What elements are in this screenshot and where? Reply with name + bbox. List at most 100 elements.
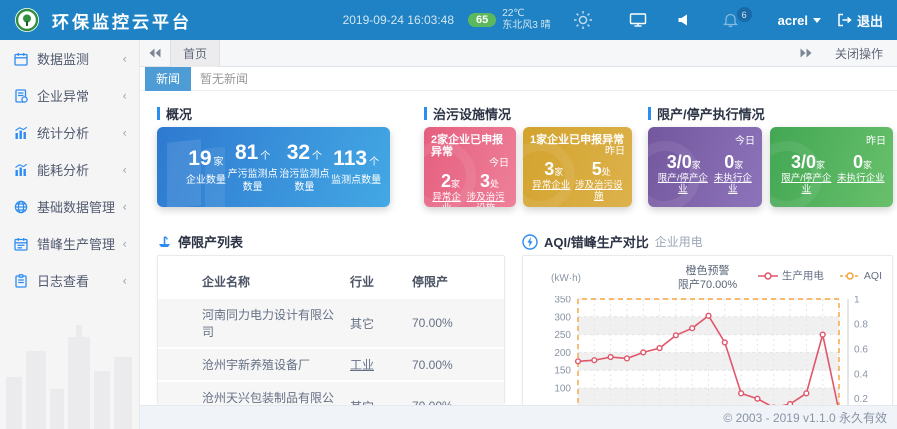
stop-production-icon xyxy=(157,234,172,249)
overview-card: 19家 企业数量 81个 产污监测点 数量 32个 治污监测点 数量 113个 … xyxy=(157,127,390,207)
sidebar-item-energy-analysis[interactable]: 能耗分析 ‹ xyxy=(0,151,139,188)
title-bar-icon xyxy=(648,107,651,120)
page-title: 环保监控云平台 xyxy=(52,8,192,33)
notification-count-badge: 6 xyxy=(737,7,752,22)
sun-weather-icon xyxy=(573,10,593,30)
sidebar-item-enterprise-abnormal[interactable]: 企业异常 ‹ xyxy=(0,77,139,114)
legend-item-aqi[interactable]: AQI xyxy=(840,270,882,282)
sidebar-item-label: 错峰生产管理 xyxy=(37,234,115,253)
tab-home[interactable]: 首页 xyxy=(170,40,220,67)
stat-enterprise-count: 19家 企业数量 xyxy=(186,146,226,188)
sidebar-item-log-view[interactable]: 日志查看 ‹ xyxy=(0,262,139,299)
sidebar-item-label: 统计分析 xyxy=(37,123,89,142)
datetime: 2019-09-24 16:03:48 xyxy=(343,13,454,27)
aqi-chart-panel: (kW·h) 橙色预警 限产70.00% 生产用电 xyxy=(522,255,893,429)
stat-facility-count: 3处 xyxy=(480,171,499,192)
double-chevron-right-icon xyxy=(800,48,812,58)
chevron-left-icon: ‹ xyxy=(122,163,127,177)
cell-enterprise: 沧州宇新养殖设备厂 xyxy=(158,348,346,381)
speaker-icon[interactable] xyxy=(677,13,691,27)
news-bar: 新闻 暂无新闻 xyxy=(140,67,897,91)
sidebar: 数据监测 ‹ 企业异常 ‹ 统计分析 ‹ 能耗分析 ‹ xyxy=(0,40,140,429)
unexecuted-enterprise-link[interactable]: 未执行企业 xyxy=(711,174,755,196)
abnormal-enterprise-link[interactable]: 异常企业 xyxy=(431,193,462,207)
limit-card-today: 今日 3/0家 0家 限产/停产企业 未执行企业 xyxy=(648,127,762,207)
chevron-left-icon: ‹ xyxy=(122,52,127,66)
stoplist-panel: 企业名称 行业 停限产 河南同力电力设计有限公司 其它 70.00% 沧州宇新养… xyxy=(157,255,505,404)
sidebar-item-data-monitoring[interactable]: 数据监测 ‹ xyxy=(0,40,139,77)
weather-widget: 65 22℃ 东北风3 晴 xyxy=(468,8,551,33)
svg-text:300: 300 xyxy=(554,312,571,323)
chevron-left-icon: ‹ xyxy=(122,200,127,214)
sidebar-item-statistics[interactable]: 统计分析 ‹ xyxy=(0,114,139,151)
unexecuted-enterprise-link[interactable]: 未执行企业 xyxy=(837,174,885,196)
section-title-stoplist: 停限产列表 xyxy=(157,232,243,251)
legend-item-production[interactable]: 生产用电 xyxy=(758,268,824,283)
stat-unexecuted-count: 0家 xyxy=(724,152,743,173)
globe-icon xyxy=(14,200,28,214)
close-operations-button[interactable]: 关闭操作 xyxy=(821,45,897,62)
temperature: 22℃ xyxy=(502,8,524,19)
table-row[interactable]: 河南同力电力设计有限公司 其它 70.00% xyxy=(158,298,504,348)
stat-total-points: 113个 监测点数量 xyxy=(331,146,381,188)
svg-text:0.8: 0.8 xyxy=(854,319,868,330)
col-header-industry: 行业 xyxy=(346,266,408,298)
svg-text:0.2: 0.2 xyxy=(854,394,868,405)
city-skyline-watermark xyxy=(0,319,140,429)
user-menu[interactable]: acrel xyxy=(778,13,821,28)
stat-limited-count: 3/0家 xyxy=(667,152,701,173)
facility-link[interactable]: 涉及治污设施 xyxy=(575,181,623,203)
clipboard-icon xyxy=(14,274,28,288)
sidebar-item-peak-production[interactable]: 错峰生产管理 ‹ xyxy=(0,225,139,262)
chevron-down-icon xyxy=(813,18,821,23)
notification-bell-icon[interactable]: 6 xyxy=(723,12,738,28)
calendar-icon xyxy=(14,237,28,251)
limited-enterprise-link[interactable]: 限产/停产企业 xyxy=(778,174,834,196)
title-bar-icon xyxy=(424,107,427,120)
card-headline: 2家企业已申报异常 xyxy=(431,134,509,158)
news-content: 暂无新闻 xyxy=(200,70,248,87)
document-icon xyxy=(14,89,28,103)
svg-text:0.4: 0.4 xyxy=(854,369,868,380)
svg-text:0.6: 0.6 xyxy=(854,344,868,355)
app-window: 环保监控云平台 2019-09-24 16:03:48 65 22℃ 东北风3 … xyxy=(0,0,897,429)
stat-unexecuted-count: 0家 xyxy=(853,152,872,173)
card-period: 今日 xyxy=(655,136,755,148)
cell-stoplimit: 70.00% xyxy=(408,348,504,381)
cell-industry-link[interactable]: 工业 xyxy=(346,348,408,381)
facility-link[interactable]: 涉及治污设施 xyxy=(462,193,509,207)
stat-treatment-points: 32个 治污监测点 数量 xyxy=(279,140,329,194)
app-logo-icon xyxy=(14,7,40,33)
monitor-icon[interactable] xyxy=(629,12,647,28)
stat-pollution-points: 81个 产污监测点 数量 xyxy=(228,140,278,194)
tab-bar: 首页 关闭操作 xyxy=(140,40,897,67)
sidebar-item-label: 日志查看 xyxy=(37,271,89,290)
tab-home-label: 首页 xyxy=(183,45,207,62)
scroll-tabs-right-button[interactable] xyxy=(791,40,821,67)
chevron-left-icon: ‹ xyxy=(122,274,127,288)
col-header-enterprise: 企业名称 xyxy=(158,266,346,298)
cell-industry: 其它 xyxy=(346,298,408,348)
chevron-left-icon: ‹ xyxy=(122,237,127,251)
sidebar-item-label: 企业异常 xyxy=(37,86,89,105)
news-label: 新闻 xyxy=(145,67,191,91)
scroll-tabs-left-button[interactable] xyxy=(140,40,170,67)
logout-label: 退出 xyxy=(857,11,883,30)
logout-button[interactable]: 退出 xyxy=(837,11,883,30)
double-chevron-left-icon xyxy=(149,48,161,58)
table-row[interactable]: 沧州宇新养殖设备厂 工业 70.00% xyxy=(158,348,504,381)
col-header-stoplimit: 停限产 xyxy=(408,266,504,298)
chevron-left-icon: ‹ xyxy=(122,89,127,103)
limited-enterprise-link[interactable]: 限产/停产企业 xyxy=(655,174,711,196)
abnormal-enterprise-link[interactable]: 异常企业 xyxy=(532,181,570,203)
sidebar-item-base-data[interactable]: 基础数据管理 ‹ xyxy=(0,188,139,225)
username: acrel xyxy=(778,13,808,28)
section-title-limit: 限产/停产执行情况 xyxy=(648,104,765,123)
section-title-pollution: 治污设施情况 xyxy=(424,104,511,123)
legend-marker-icon xyxy=(840,272,860,280)
cell-stoplimit: 70.00% xyxy=(408,298,504,348)
bar-chart-icon xyxy=(14,163,28,177)
pollution-card-yesterday: 1家企业已申报异常 昨日 3家 5处 异常企业 涉及治污设施 xyxy=(523,127,632,207)
svg-text:250: 250 xyxy=(554,330,571,341)
stat-abnormal-count: 2家 xyxy=(441,171,460,192)
